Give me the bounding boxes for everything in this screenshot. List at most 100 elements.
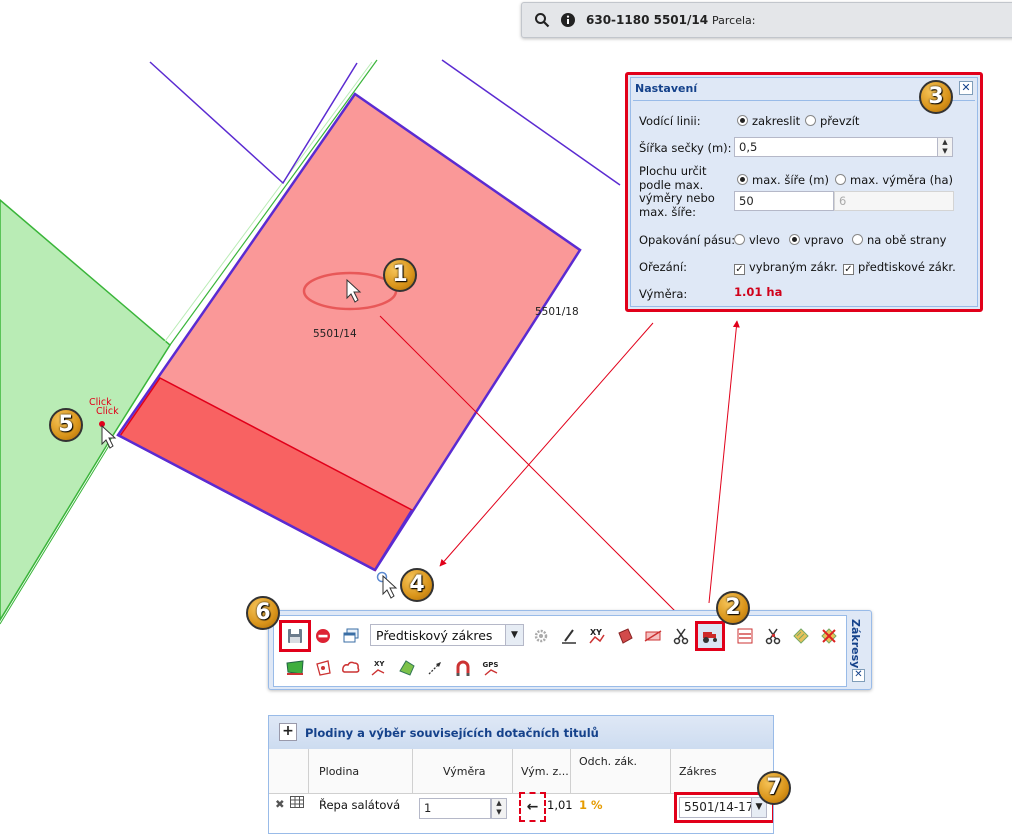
chevron-down-icon[interactable]: ▼ bbox=[938, 147, 952, 156]
settings-form: Vodící linii: zakreslit převzít Šířka se… bbox=[633, 100, 975, 304]
width-label: Šířka sečky (m): bbox=[639, 141, 732, 155]
callout-badge-5: 5 bbox=[49, 408, 83, 442]
strip-icon[interactable] bbox=[734, 625, 756, 647]
settings-panel-body: Nastavení ✕ Vodící linii: zakreslit přev… bbox=[630, 77, 978, 307]
checkbox-icon[interactable]: ✓ bbox=[843, 264, 854, 275]
move-point-icon[interactable] bbox=[312, 657, 334, 679]
magnet-icon[interactable] bbox=[452, 657, 474, 679]
radio-area-area[interactable]: max. výměra (ha) bbox=[835, 173, 953, 187]
callout-badge-4: 4 bbox=[400, 568, 434, 602]
callout-badge-2: 2 bbox=[716, 591, 750, 625]
cursor-icon bbox=[382, 574, 398, 599]
radio-icon[interactable] bbox=[734, 234, 745, 245]
tractor-icon bbox=[703, 632, 717, 643]
radio-icon[interactable] bbox=[835, 174, 846, 185]
column-header-actions bbox=[269, 749, 309, 794]
close-icon[interactable]: ✕ bbox=[852, 669, 865, 682]
parcel-label-right: 5501/18 bbox=[535, 306, 579, 318]
width-input[interactable]: 0,5 bbox=[734, 137, 938, 157]
parcel-split-icon[interactable] bbox=[614, 625, 636, 647]
xy-point-icon[interactable]: XY bbox=[368, 657, 390, 679]
repeat-label: Opakování pásu: bbox=[639, 233, 736, 247]
arrow-icon[interactable] bbox=[424, 657, 446, 679]
vym-z-value: 1,01 bbox=[547, 798, 573, 812]
svg-text:XY: XY bbox=[374, 660, 385, 668]
xy-icon[interactable]: XY bbox=[586, 625, 608, 647]
settings-title: Nastavení bbox=[635, 82, 698, 95]
check-trim-selected[interactable]: ✓ vybraným zákr. bbox=[734, 260, 838, 275]
drawing-toolbar: Předtiskový zákres ▼ XY XY GPS Zákresy ✕ bbox=[268, 610, 872, 690]
parcel-code: 630-1180 5501/14 bbox=[586, 13, 709, 27]
cloud-icon[interactable] bbox=[340, 657, 362, 679]
callout-badge-1: 1 bbox=[383, 258, 417, 292]
radio-icon[interactable] bbox=[852, 234, 863, 245]
tractor-strip-button[interactable] bbox=[695, 621, 725, 651]
table-icon[interactable] bbox=[290, 796, 304, 826]
max-area-input[interactable]: 6 bbox=[834, 191, 954, 211]
close-icon[interactable]: ✕ bbox=[959, 81, 973, 95]
drawing-type-select[interactable]: Předtiskový zákres ▼ bbox=[370, 624, 524, 646]
gps-icon[interactable]: GPS bbox=[480, 657, 502, 679]
max-width-input[interactable]: 50 bbox=[734, 191, 834, 211]
width-stepper[interactable]: ▲ ▼ bbox=[937, 137, 953, 157]
area-result-label: Výměra: bbox=[639, 287, 688, 301]
area-result-value: 1.01 ha bbox=[734, 285, 783, 299]
radio-guide-take[interactable]: převzít bbox=[805, 114, 859, 128]
delete-hatch-icon[interactable] bbox=[818, 625, 840, 647]
area-stepper[interactable]: ▲ ▼ bbox=[491, 798, 507, 819]
parcel-trim-icon[interactable] bbox=[642, 625, 664, 647]
parcel-label: Parcela: bbox=[712, 14, 756, 27]
chevron-up-icon[interactable]: ▲ bbox=[492, 799, 506, 808]
scissors-red-icon[interactable] bbox=[762, 625, 784, 647]
info-icon[interactable] bbox=[560, 12, 576, 28]
checkbox-icon[interactable]: ✓ bbox=[734, 264, 745, 275]
polygon-green-icon[interactable] bbox=[396, 657, 418, 679]
column-header-vym-z[interactable]: Vým. z... bbox=[513, 749, 571, 794]
check-trim-preprint[interactable]: ✓ předtiskové zákr. bbox=[843, 260, 956, 275]
toolbar-title: Zákresy bbox=[849, 619, 862, 669]
svg-text:XY: XY bbox=[590, 628, 602, 637]
crops-grid: + Plodiny a výběr souvisejících dotačníc… bbox=[268, 715, 774, 834]
window-icon[interactable] bbox=[340, 625, 362, 647]
radio-repeat-both[interactable]: na obě strany bbox=[852, 233, 946, 247]
drawing-type-value: Předtiskový zákres bbox=[376, 628, 493, 643]
area-mode-label: Plochu určit podle max. výměry nebo max.… bbox=[639, 164, 715, 219]
toolbar-buttons: Předtiskový zákres ▼ XY XY GPS bbox=[273, 615, 847, 687]
crop-name: Řepa salátová bbox=[319, 798, 401, 812]
radio-icon[interactable] bbox=[737, 174, 748, 185]
radio-repeat-right[interactable]: vpravo bbox=[789, 233, 844, 247]
save-highlight bbox=[279, 620, 311, 652]
chevron-down-icon[interactable]: ▼ bbox=[505, 625, 523, 645]
parcel-search-bar: 630-1180 5501/14 Parcela: bbox=[521, 2, 1012, 38]
edit-line-icon[interactable] bbox=[558, 625, 580, 647]
grid-header: + Plodiny a výběr souvisejících dotačníc… bbox=[269, 716, 773, 750]
radio-icon[interactable] bbox=[805, 115, 816, 126]
grid-title: Plodiny a výběr souvisejících dotačních … bbox=[305, 726, 599, 740]
parcel-label-main: 5501/14 bbox=[313, 328, 357, 340]
add-button[interactable]: + bbox=[279, 723, 297, 741]
column-header-area[interactable]: Výměra bbox=[413, 749, 513, 794]
apply-area-button[interactable]: ← bbox=[519, 792, 546, 822]
column-header-deviation[interactable]: Odch. zák. bbox=[571, 749, 671, 794]
click-text-2: Click bbox=[96, 406, 119, 417]
area-input[interactable]: 1 bbox=[419, 798, 491, 819]
search-icon[interactable] bbox=[534, 12, 550, 28]
chevron-up-icon[interactable]: ▲ bbox=[938, 138, 952, 147]
scissors-icon[interactable] bbox=[670, 625, 692, 647]
parcel-green-icon[interactable] bbox=[284, 657, 306, 679]
radio-guide-draw[interactable]: zakreslit bbox=[737, 114, 800, 128]
radio-area-width[interactable]: max. šíře (m) bbox=[737, 173, 829, 187]
hatch-icon[interactable] bbox=[790, 625, 812, 647]
chevron-down-icon[interactable]: ▼ bbox=[492, 808, 506, 817]
radio-repeat-left[interactable]: vlevo bbox=[734, 233, 780, 247]
callout-badge-6: 6 bbox=[246, 596, 280, 630]
cancel-icon[interactable] bbox=[312, 625, 334, 647]
callout-badge-7: 7 bbox=[757, 771, 791, 805]
gear-icon[interactable] bbox=[530, 625, 552, 647]
delete-row-icon[interactable]: ✖ bbox=[275, 797, 285, 827]
column-header-crop[interactable]: Plodina bbox=[309, 749, 413, 794]
radio-icon[interactable] bbox=[737, 115, 748, 126]
callout-badge-3: 3 bbox=[919, 80, 953, 114]
arrow-left-icon[interactable]: ← bbox=[527, 799, 539, 815]
radio-icon[interactable] bbox=[789, 234, 800, 245]
